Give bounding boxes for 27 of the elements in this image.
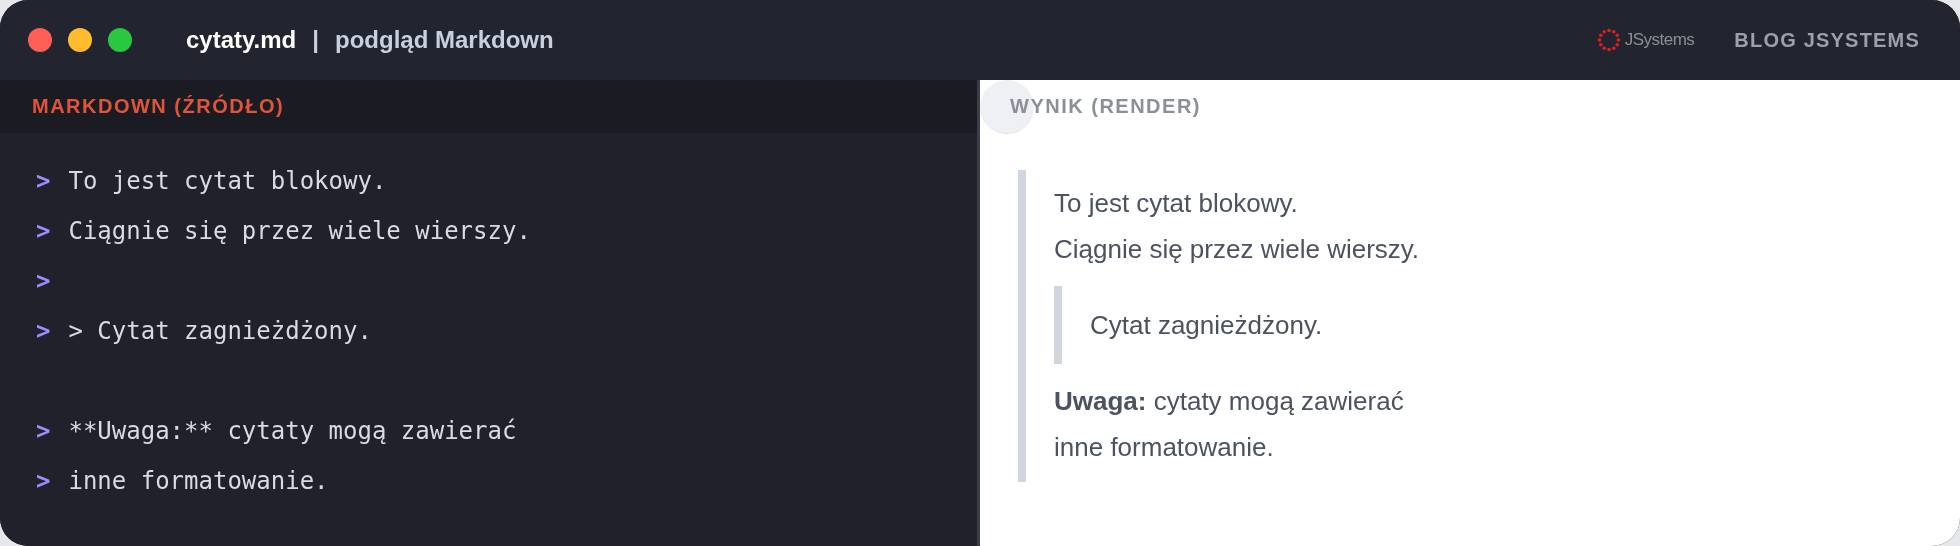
- quote-marker: >: [36, 317, 51, 345]
- code-text: > Cytat zagnieżdżony.: [68, 317, 372, 345]
- title-separator: |: [312, 26, 319, 54]
- quote-marker: >: [36, 167, 51, 195]
- quote-marker: >: [36, 217, 51, 245]
- pane-title: WYNIK (RENDER): [1010, 95, 1201, 118]
- quote-text: Uwaga: cytaty mogą zawierać: [1054, 385, 1404, 418]
- dotted-ring-icon: [1596, 28, 1621, 52]
- code-text: inne formatowanie.: [68, 467, 329, 495]
- window-control[interactable]: [108, 28, 132, 52]
- window-control[interactable]: [28, 28, 52, 52]
- quote-marker: >: [36, 267, 51, 295]
- logo-text: JSystems: [1624, 30, 1695, 50]
- window-title: cytaty.md: [186, 26, 297, 54]
- window-subtitle: podgląd Markdown: [335, 26, 554, 54]
- quote-text: Cytat zagnieżdżony.: [1090, 309, 1323, 342]
- pane-title: MARKDOWN (ŹRÓDŁO): [32, 95, 285, 118]
- window-control[interactable]: [68, 28, 92, 52]
- code-text: To jest cytat blokowy.: [68, 167, 387, 195]
- quote-text: Ciągnie się przez wiele wierszy.: [1054, 233, 1420, 266]
- quote-marker: >: [36, 467, 51, 495]
- code-text: **Uwaga:** cytaty mogą zawierać: [68, 417, 517, 445]
- quote-text: To jest cytat blokowy.: [1054, 187, 1298, 220]
- quote-text: inne formatowanie.: [1054, 431, 1274, 464]
- quote-marker: >: [36, 417, 51, 445]
- brand-title: BLOG JSYSTEMS: [1734, 28, 1920, 52]
- code-text: Ciągnie się przez wiele wierszy.: [68, 217, 531, 245]
